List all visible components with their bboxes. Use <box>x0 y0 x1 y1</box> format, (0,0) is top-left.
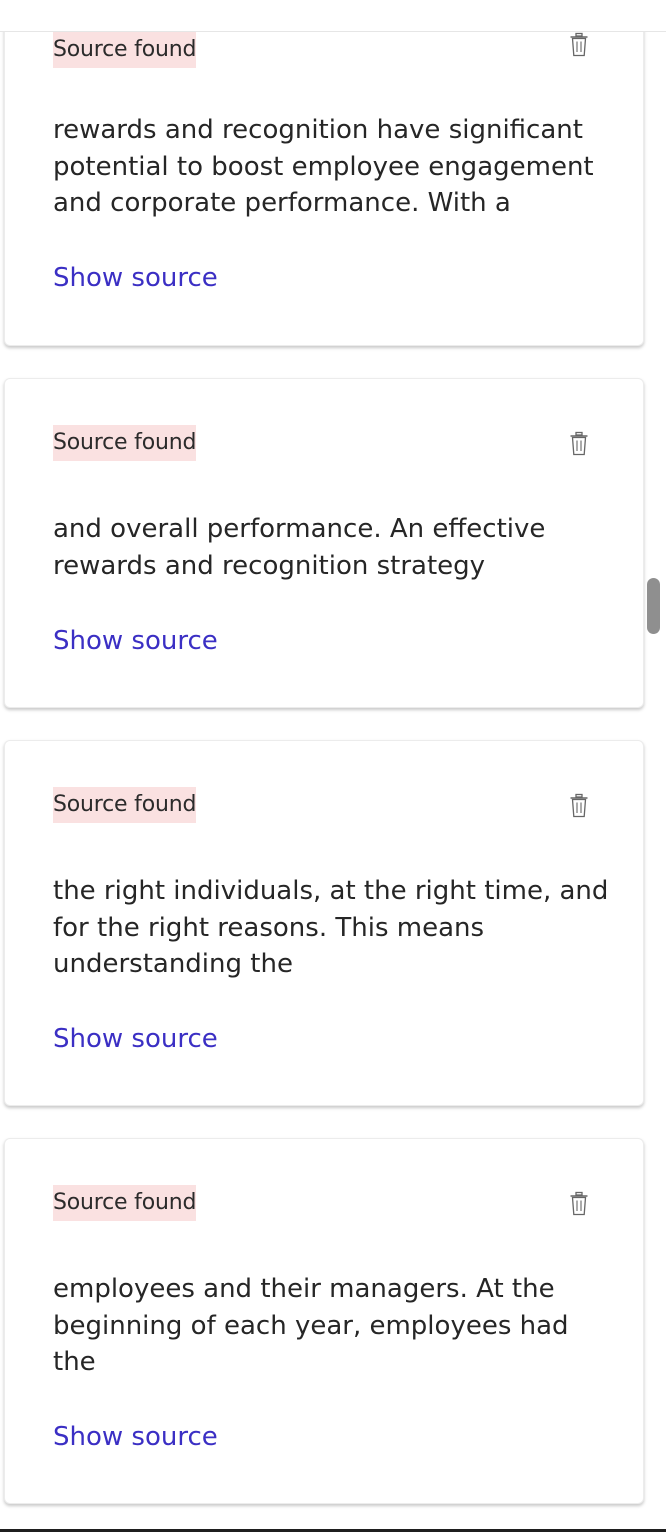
source-card-4: Source found employees and their manager… <box>4 1138 644 1504</box>
trash-icon[interactable] <box>569 431 589 459</box>
source-snippet: employees and their managers. At the beg… <box>53 1274 569 1377</box>
show-source-link[interactable]: Show source <box>53 1022 218 1056</box>
source-snippet: rewards and recognition have significant… <box>53 115 594 218</box>
trash-icon[interactable] <box>569 32 589 60</box>
source-snippet: the right individuals, at the right time… <box>53 876 609 979</box>
source-found-badge: Source found <box>53 32 196 68</box>
source-snippet: and overall performance. An effective re… <box>53 514 546 581</box>
show-source-link[interactable]: Show source <box>53 1420 218 1454</box>
source-found-badge: Source found <box>53 1185 196 1221</box>
source-results-page: Source found rewards and recognition hav… <box>0 0 666 1532</box>
trash-icon[interactable] <box>569 793 589 821</box>
top-bar <box>0 0 666 32</box>
source-card-3: Source found the right individuals, at t… <box>4 740 644 1106</box>
trash-icon[interactable] <box>569 1191 589 1219</box>
show-source-link[interactable]: Show source <box>53 261 218 295</box>
scrollbar-thumb[interactable] <box>647 578 660 634</box>
source-found-badge: Source found <box>53 425 196 461</box>
source-found-badge: Source found <box>53 787 196 823</box>
show-source-link[interactable]: Show source <box>53 624 218 658</box>
source-card-2: Source found and overall performance. An… <box>4 378 644 708</box>
source-card-1: Source found rewards and recognition hav… <box>4 0 644 346</box>
